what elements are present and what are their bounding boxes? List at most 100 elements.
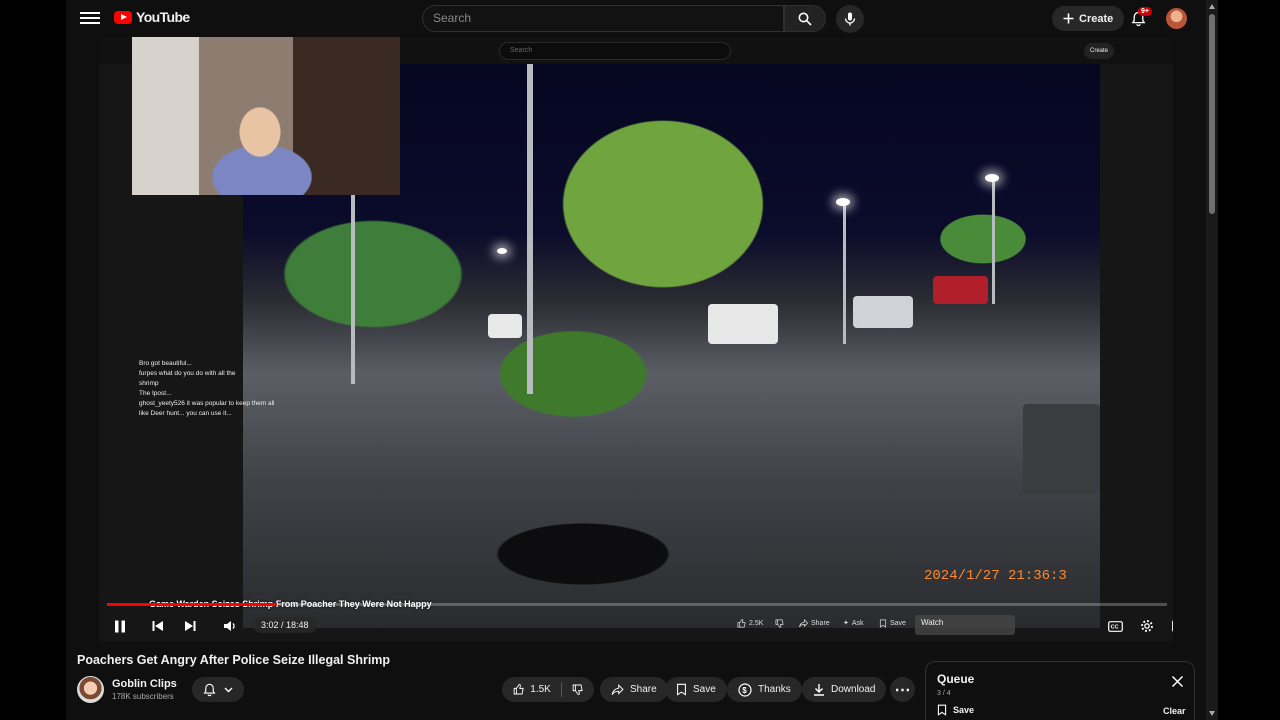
previous-button[interactable]	[147, 615, 169, 637]
streamer-webcam	[132, 37, 400, 195]
street-lamp	[985, 174, 999, 182]
time-display: 3:02 / 18:48	[253, 617, 317, 633]
street-lamp	[497, 248, 507, 254]
account-avatar[interactable]	[1166, 8, 1187, 29]
plus-icon	[1063, 13, 1074, 24]
thumbs-down-icon[interactable]	[572, 683, 583, 696]
stream-chat-overlay: Bro got beautiful... furpes what do you …	[139, 359, 309, 419]
share-icon	[611, 683, 624, 695]
download-label: Download	[831, 684, 876, 695]
more-horizontal-icon: ⋯	[894, 681, 911, 699]
youtube-logo[interactable]: YouTube	[114, 9, 190, 25]
scroll-up-arrow-icon[interactable]	[1209, 4, 1215, 9]
previous-icon	[152, 621, 163, 631]
chat-message: ghost_yeety526 it was popular to keep th…	[139, 400, 275, 407]
top-bar: YouTube Search Create 9+	[66, 0, 1206, 37]
white-pickup	[488, 314, 522, 338]
queue-title: Queue	[937, 672, 975, 686]
bell-icon	[203, 683, 216, 696]
light-pole	[527, 64, 533, 394]
like-dislike-group: 1.5K	[502, 677, 594, 702]
light-pole	[992, 179, 995, 304]
queue-clear-button[interactable]: Clear	[1163, 706, 1186, 716]
embedded-search-input: Search	[499, 42, 731, 60]
create-label: Create	[1079, 12, 1114, 25]
red-truck	[933, 276, 988, 304]
notifications-button[interactable]: 9+	[1126, 7, 1152, 31]
queue-count: 3 / 4	[937, 690, 951, 697]
captions-button[interactable]: CC	[1104, 615, 1126, 637]
overlay-ask-button: ✦ Ask	[843, 619, 864, 628]
video-player[interactable]: Search Create Bro got beautiful... furpe…	[99, 37, 1173, 641]
search-icon	[798, 12, 812, 26]
share-label: Share	[630, 684, 657, 695]
share-icon	[799, 619, 808, 628]
volume-icon	[224, 621, 235, 631]
channel-avatar[interactable]	[77, 676, 104, 703]
light-pole	[351, 194, 355, 384]
scroll-down-arrow-icon[interactable]	[1209, 711, 1215, 716]
parked-car	[853, 296, 913, 328]
progress-fill	[107, 603, 277, 606]
overlay-like-button: 2.5K	[737, 619, 763, 628]
more-actions-button[interactable]: ⋯	[890, 677, 915, 702]
settings-button[interactable]	[1136, 615, 1158, 637]
pause-button[interactable]	[109, 615, 131, 637]
chat-message: furpes what do you do with all the	[139, 370, 236, 377]
queue-panel: Queue 3 / 4 Save Clear	[925, 661, 1195, 720]
sparkle-icon: ✦	[843, 620, 849, 627]
watch-later-tooltip: Watch	[915, 615, 1015, 635]
like-count: 1.5K	[530, 684, 551, 695]
overlay-save-button: Save	[879, 619, 906, 628]
voice-search-button[interactable]	[836, 5, 864, 33]
pause-icon	[115, 620, 125, 632]
search-button[interactable]	[784, 5, 826, 32]
bookmark-icon	[677, 683, 686, 696]
save-label: Save	[693, 684, 716, 695]
progress-bar[interactable]	[107, 603, 1167, 606]
chat-message: The Ipost...	[139, 390, 172, 397]
player-controls: 3:02 / 18:48 2.5K Share ✦ Ask Save Watch	[99, 609, 1173, 641]
volume-button[interactable]	[219, 615, 241, 637]
save-button[interactable]: Save	[665, 677, 727, 702]
queue-save-label: Save	[953, 705, 975, 715]
close-icon[interactable]	[1171, 675, 1185, 689]
street-lamp	[836, 198, 850, 206]
share-button[interactable]: Share	[600, 677, 668, 702]
logo-text: YouTube	[136, 9, 190, 25]
embedded-create-button: Create	[1084, 43, 1115, 59]
thumbs-up-icon[interactable]	[513, 683, 524, 696]
scrollbar-thumb[interactable]	[1209, 14, 1215, 214]
youtube-play-icon	[114, 10, 132, 24]
create-button[interactable]: Create	[1052, 6, 1125, 31]
overlay-dislike-icon	[775, 619, 784, 628]
dollar-heart-icon: $	[738, 682, 752, 697]
thumbs-up-icon	[737, 619, 746, 628]
light-pole	[843, 204, 846, 344]
thanks-button[interactable]: $ Thanks	[727, 677, 802, 702]
miniplayer-icon	[1171, 620, 1173, 632]
download-icon	[814, 684, 824, 696]
microphone-icon	[844, 12, 856, 26]
subscriber-count: 178K subscribers	[112, 692, 174, 701]
chat-message: shrimp	[139, 380, 159, 387]
overlay-share-button: Share	[799, 619, 830, 628]
download-button[interactable]: Download	[802, 677, 887, 702]
next-button[interactable]	[179, 615, 201, 637]
subscription-bell-button[interactable]	[192, 677, 244, 702]
page-scrollbar[interactable]	[1206, 0, 1218, 720]
divider	[560, 682, 562, 697]
bookmark-icon	[879, 619, 887, 628]
video-title: Poachers Get Angry After Police Seize Il…	[77, 653, 391, 667]
channel-name[interactable]: Goblin Clips	[112, 678, 177, 690]
youtube-app: YouTube Search Create 9+ Search Create B…	[66, 0, 1206, 720]
miniplayer-button[interactable]	[1168, 615, 1173, 637]
search-input[interactable]: Search	[422, 5, 784, 32]
dark-truck	[1023, 404, 1100, 494]
notification-badge: 9+	[1138, 7, 1152, 16]
chevron-down-icon	[224, 687, 233, 692]
captions-icon: CC	[1107, 620, 1123, 632]
chat-message: like Deer hunt... you can use it...	[139, 410, 232, 417]
queue-save-button[interactable]: Save	[937, 704, 974, 716]
menu-icon[interactable]	[80, 9, 100, 29]
